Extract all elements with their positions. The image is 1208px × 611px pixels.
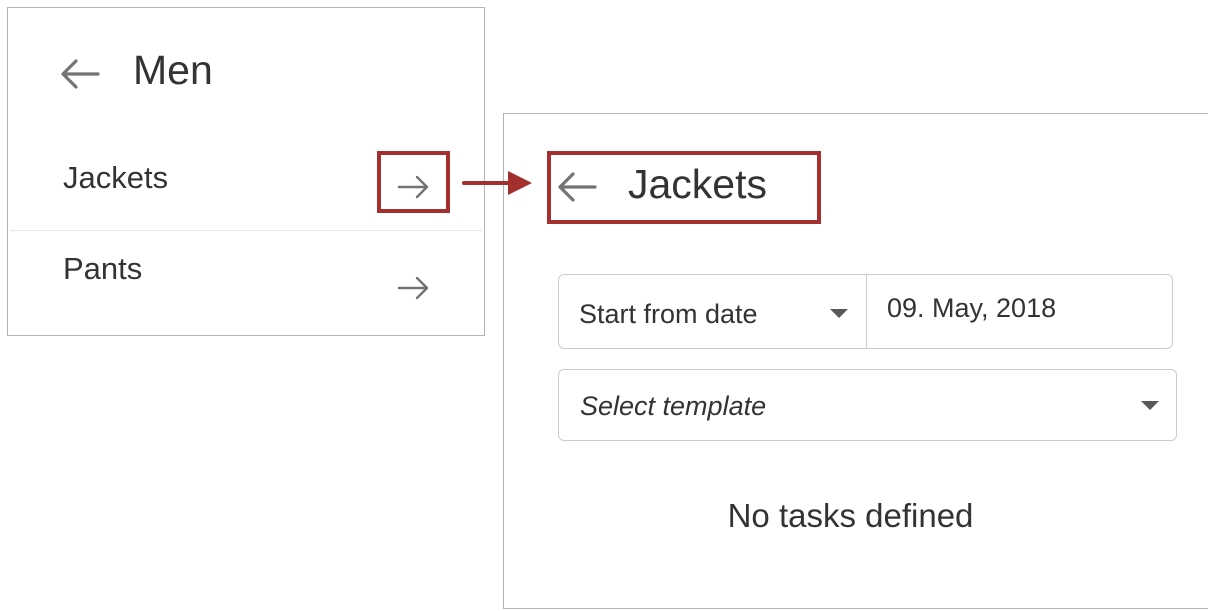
panel-title: Men <box>133 47 213 93</box>
highlight-box-arrow <box>377 151 450 213</box>
connector-arrow-icon <box>462 171 532 195</box>
panel-header: Men <box>8 8 484 130</box>
arrow-right-icon[interactable] <box>396 270 432 306</box>
list-item-label: Pants <box>63 251 143 286</box>
back-arrow-icon[interactable] <box>58 52 102 96</box>
tutorial-screenshot: Men Jackets Pants Jackets Start from dat… <box>0 0 1208 611</box>
list-item-pants[interactable]: Pants <box>8 230 484 325</box>
highlight-box-title <box>547 151 821 224</box>
list-item-label: Jackets <box>63 160 169 195</box>
empty-state-message: No tasks defined <box>727 497 974 534</box>
caret-down-icon <box>1141 401 1159 410</box>
